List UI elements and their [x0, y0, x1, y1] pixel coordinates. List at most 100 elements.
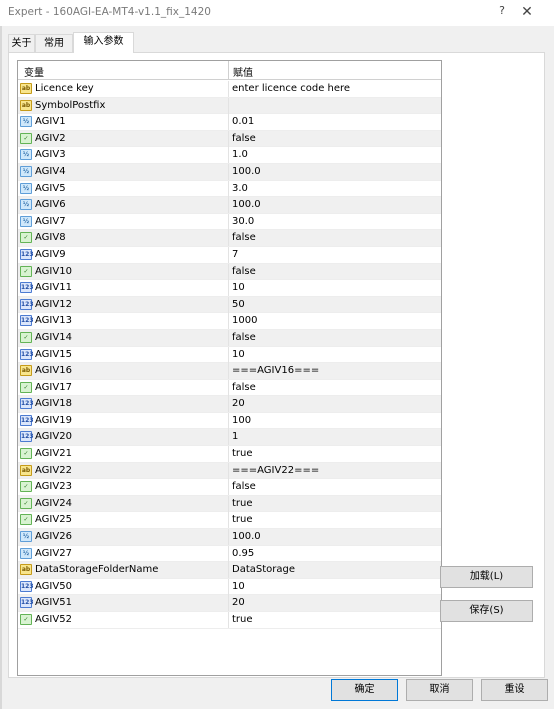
parameter-value[interactable]: 3.0: [232, 183, 248, 194]
parameter-row[interactable]: 123 AGIV13 1000: [18, 313, 441, 330]
parameter-value[interactable]: false: [232, 332, 256, 343]
parameter-row[interactable]: ½ AGIV5 3.0: [18, 180, 441, 198]
parameter-row[interactable]: ½ AGIV4 100.0: [18, 163, 441, 181]
parameter-value[interactable]: ===AGIV16===: [232, 365, 319, 376]
parameter-row[interactable]: ✓ AGIV2 false: [18, 130, 441, 148]
parameter-name: AGIV15: [35, 348, 72, 360]
double-type-icon: ½: [20, 116, 32, 128]
parameter-row[interactable]: ✓ AGIV23 false: [18, 479, 441, 496]
parameter-value[interactable]: 100.0: [232, 199, 261, 210]
parameter-value[interactable]: 30.0: [232, 216, 254, 227]
parameter-value[interactable]: false: [232, 232, 256, 243]
parameter-name: AGIV23: [35, 481, 72, 493]
parameter-value[interactable]: 0.95: [232, 548, 254, 559]
parameter-value[interactable]: 100: [232, 415, 251, 426]
parameter-row[interactable]: ab SymbolPostfix: [18, 97, 441, 115]
bool-type-icon: ✓: [20, 381, 32, 393]
parameter-row[interactable]: ½ AGIV7 30.0: [18, 213, 441, 231]
parameters-grid[interactable]: 变量 赋值 ab Licence key enter licence code he…: [17, 60, 442, 676]
parameter-row[interactable]: ✓ AGIV25 true: [18, 512, 441, 530]
column-separator[interactable]: [228, 61, 229, 79]
cell-separator: [228, 213, 229, 230]
parameter-row[interactable]: ½ AGIV6 100.0: [18, 197, 441, 214]
parameter-value[interactable]: ===AGIV22===: [232, 465, 319, 476]
parameter-row[interactable]: 123 AGIV51 20: [18, 595, 441, 612]
tab-common[interactable]: 常用: [35, 34, 73, 52]
tab-about[interactable]: 关于: [8, 34, 35, 52]
parameter-value[interactable]: 1.0: [232, 149, 248, 160]
parameter-row[interactable]: ab AGIV22 ===AGIV22===: [18, 462, 441, 480]
reset-button[interactable]: 重设: [481, 679, 548, 701]
parameter-value[interactable]: 0.01: [232, 116, 254, 127]
parameter-row[interactable]: 123 AGIV12 50: [18, 296, 441, 314]
parameter-name: AGIV25: [35, 514, 72, 526]
parameter-value[interactable]: 100.0: [232, 531, 261, 542]
parameter-value[interactable]: 1: [232, 431, 238, 442]
parameter-row[interactable]: ab AGIV16 ===AGIV16===: [18, 363, 441, 380]
cell-separator: [228, 462, 229, 479]
bool-type-icon: ✓: [20, 331, 32, 343]
parameter-row[interactable]: ✓ AGIV21 true: [18, 446, 441, 463]
parameter-value[interactable]: DataStorage: [232, 564, 295, 575]
parameter-value[interactable]: 7: [232, 249, 238, 260]
parameter-row[interactable]: ✓ AGIV24 true: [18, 495, 441, 513]
cancel-button[interactable]: 取消: [406, 679, 473, 701]
parameter-value[interactable]: enter licence code here: [232, 83, 350, 94]
cell-separator: [228, 446, 229, 463]
cell-separator: [228, 263, 229, 280]
cell-separator: [228, 479, 229, 496]
parameter-row[interactable]: ✓ AGIV8 false: [18, 230, 441, 247]
parameter-row[interactable]: 123 AGIV15 10: [18, 346, 441, 364]
parameter-value[interactable]: false: [232, 266, 256, 277]
cell-separator: [228, 363, 229, 380]
parameter-value[interactable]: false: [232, 133, 256, 144]
help-button[interactable]: ?: [495, 4, 509, 20]
cell-separator: [228, 545, 229, 562]
cell-separator: [228, 379, 229, 396]
parameter-value[interactable]: true: [232, 514, 253, 525]
parameter-value[interactable]: false: [232, 382, 256, 393]
parameter-value[interactable]: 1000: [232, 315, 257, 326]
parameter-row[interactable]: ab Licence key enter licence code here: [18, 81, 441, 98]
parameter-value[interactable]: 10: [232, 282, 245, 293]
parameter-value[interactable]: 20: [232, 398, 245, 409]
parameter-row[interactable]: ½ AGIV27 0.95: [18, 545, 441, 563]
parameter-row[interactable]: ½ AGIV1 0.01: [18, 114, 441, 131]
parameter-value[interactable]: true: [232, 448, 253, 459]
parameter-row[interactable]: ½ AGIV26 100.0: [18, 529, 441, 546]
parameter-value[interactable]: 10: [232, 349, 245, 360]
parameter-value[interactable]: true: [232, 498, 253, 509]
parameter-value[interactable]: false: [232, 481, 256, 492]
parameter-value[interactable]: 100.0: [232, 166, 261, 177]
parameter-row[interactable]: ✓ AGIV14 false: [18, 329, 441, 347]
parameter-row[interactable]: ✓ AGIV17 false: [18, 379, 441, 397]
parameter-row[interactable]: 123 AGIV19 100: [18, 412, 441, 430]
parameter-row[interactable]: ✓ AGIV10 false: [18, 263, 441, 281]
parameter-name: AGIV1: [35, 116, 66, 128]
parameter-value[interactable]: true: [232, 614, 253, 625]
parameter-row[interactable]: 123 AGIV50 10: [18, 578, 441, 596]
parameter-value[interactable]: 10: [232, 581, 245, 592]
parameter-row[interactable]: 123 AGIV11 10: [18, 280, 441, 297]
close-button[interactable]: ✕: [513, 2, 541, 22]
double-type-icon: ½: [20, 531, 32, 543]
parameter-row[interactable]: ab DataStorageFolderName DataStorage: [18, 562, 441, 579]
parameter-name: AGIV11: [35, 282, 72, 294]
parameter-row[interactable]: 123 AGIV9 7: [18, 246, 441, 264]
parameter-row[interactable]: ✓ AGIV52 true: [18, 612, 441, 629]
parameter-value[interactable]: 50: [232, 299, 245, 310]
cell-separator: [228, 612, 229, 628]
parameter-row[interactable]: 123 AGIV20 1: [18, 429, 441, 447]
column-header-value[interactable]: 赋值: [233, 64, 253, 79]
parameter-row[interactable]: ½ AGIV3 1.0: [18, 147, 441, 164]
bool-type-icon: ✓: [20, 448, 32, 460]
load-button[interactable]: 加载(L): [440, 566, 533, 588]
string-type-icon: ab: [20, 83, 32, 94]
parameter-row[interactable]: 123 AGIV18 20: [18, 396, 441, 413]
int-type-icon: 123: [20, 414, 34, 426]
save-button[interactable]: 保存(S): [440, 600, 533, 622]
tab-inputs[interactable]: 输入参数: [73, 32, 134, 53]
parameter-value[interactable]: 20: [232, 597, 245, 608]
column-header-variable[interactable]: 变量: [24, 64, 44, 79]
ok-button[interactable]: 确定: [331, 679, 398, 701]
